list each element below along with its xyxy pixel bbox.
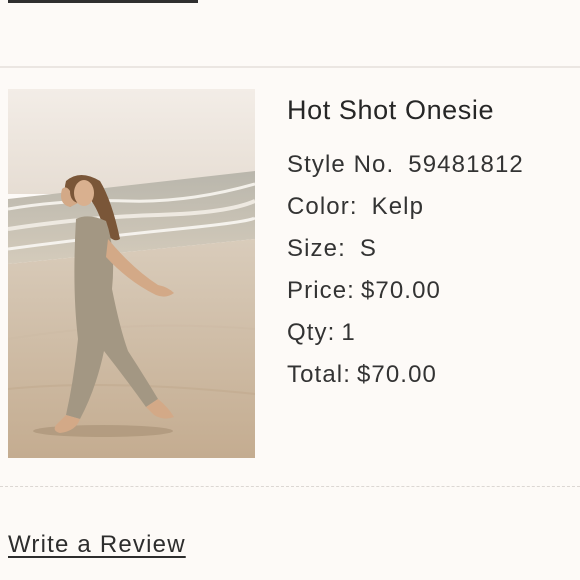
- write-review-link[interactable]: Write a Review: [8, 531, 186, 559]
- style-number-label: Style No.: [287, 151, 395, 178]
- dashed-divider: [0, 486, 580, 487]
- beach-photo-illustration: [8, 89, 255, 458]
- quantity-value: 1: [341, 319, 356, 346]
- previous-link-underline: [8, 0, 198, 3]
- total-value: $70.00: [356, 361, 437, 388]
- size-row: Size: S: [287, 228, 577, 270]
- size-label: Size:: [287, 235, 346, 262]
- quantity-label: Qty:: [287, 319, 336, 346]
- quantity-row: Qty: 1: [287, 312, 577, 354]
- price-label: Price:: [287, 277, 355, 304]
- order-item-details: Hot Shot Onesie Style No. 59481812 Color:…: [287, 92, 577, 396]
- style-number-row: Style No. 59481812: [287, 144, 577, 186]
- section-divider: [0, 66, 580, 68]
- total-label: Total:: [287, 361, 351, 388]
- color-value: Kelp: [371, 193, 425, 220]
- color-label: Color:: [287, 193, 358, 220]
- price-row: Price: $70.00: [287, 270, 577, 312]
- total-row: Total: $70.00: [287, 354, 577, 396]
- order-item-page: Hot Shot Onesie Style No. 59481812 Color:…: [0, 0, 580, 580]
- style-number-value: 59481812: [408, 151, 524, 178]
- color-row: Color: Kelp: [287, 186, 577, 228]
- product-image[interactable]: [8, 89, 255, 458]
- product-name[interactable]: Hot Shot Onesie: [287, 92, 577, 128]
- price-value: $70.00: [360, 277, 441, 304]
- size-value: S: [359, 235, 377, 262]
